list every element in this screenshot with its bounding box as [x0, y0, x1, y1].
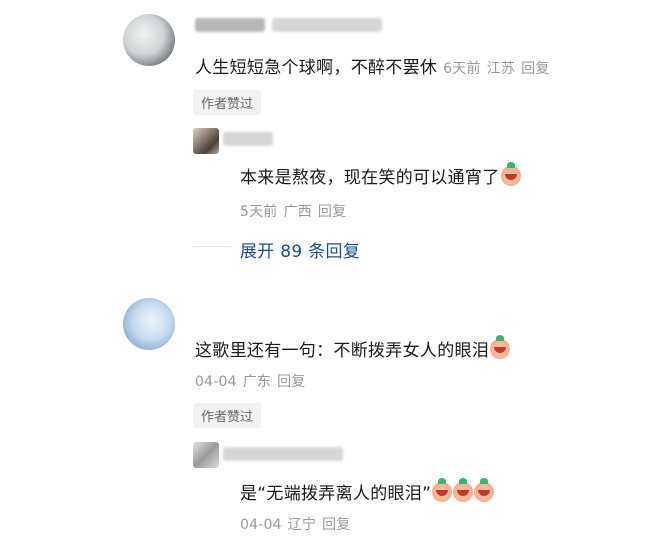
avatar[interactable]	[123, 298, 175, 350]
reply-time: 5天前	[240, 204, 278, 220]
comment-body: 这歌里还有一句：不断拨弄女人的眼泪	[195, 335, 511, 361]
reply-button[interactable]: 回复	[521, 61, 549, 77]
comment-text: 人生短短急个球啊，不醉不罢休	[195, 58, 438, 78]
reply-button[interactable]: 回复	[277, 374, 305, 390]
comment-location: 广东	[242, 374, 272, 390]
reply-avatar[interactable]	[193, 442, 219, 468]
crying-laughing-emoji-icon	[474, 478, 495, 502]
avatar[interactable]	[123, 14, 175, 66]
crying-laughing-emoji-icon	[500, 162, 521, 186]
comment-time: 04-04	[195, 374, 237, 390]
reply-button[interactable]: 回复	[322, 517, 350, 533]
blurred-username-tail	[272, 18, 382, 32]
expand-replies-link[interactable]: 展开 89 条回复	[240, 237, 360, 262]
comment-time: 6天前	[443, 61, 481, 77]
comment-body: 人生短短急个球啊，不醉不罢休 6天前 江苏 回复	[195, 53, 550, 78]
reply-time: 04-04	[240, 517, 282, 533]
comment-text: 这歌里还有一句：不断拨弄女人的眼泪	[195, 341, 490, 361]
reply-text: 本来是熬夜，现在笑的可以通宵了	[240, 168, 500, 188]
reply-body: 是“无端拨弄离人的眼泪”	[240, 478, 495, 504]
reply-location: 广西	[283, 204, 312, 220]
crying-laughing-emoji-icon	[432, 478, 453, 502]
comment-location: 江苏	[486, 61, 516, 77]
blurred-reply-username[interactable]	[223, 447, 343, 461]
author-liked-badge: 作者赞过	[193, 90, 262, 115]
comment-meta: 04-04 广东 回复	[195, 371, 312, 391]
crying-laughing-emoji-icon	[453, 478, 474, 502]
crying-laughing-emoji-icon	[490, 335, 511, 359]
reply-meta: 04-04 辽宁 回复	[240, 514, 357, 534]
blurred-reply-username[interactable]	[223, 132, 273, 146]
author-liked-badge: 作者赞过	[193, 403, 262, 428]
expand-divider	[193, 246, 231, 247]
reply-text: 是“无端拨弄离人的眼泪”	[240, 484, 432, 504]
reply-button[interactable]: 回复	[318, 204, 346, 220]
reply-location: 辽宁	[287, 517, 317, 533]
blurred-username[interactable]	[195, 18, 265, 32]
reply-body: 本来是熬夜，现在笑的可以通宵了	[240, 162, 521, 188]
reply-meta: 5天前 广西 回复	[240, 201, 352, 221]
reply-avatar[interactable]	[193, 128, 219, 154]
